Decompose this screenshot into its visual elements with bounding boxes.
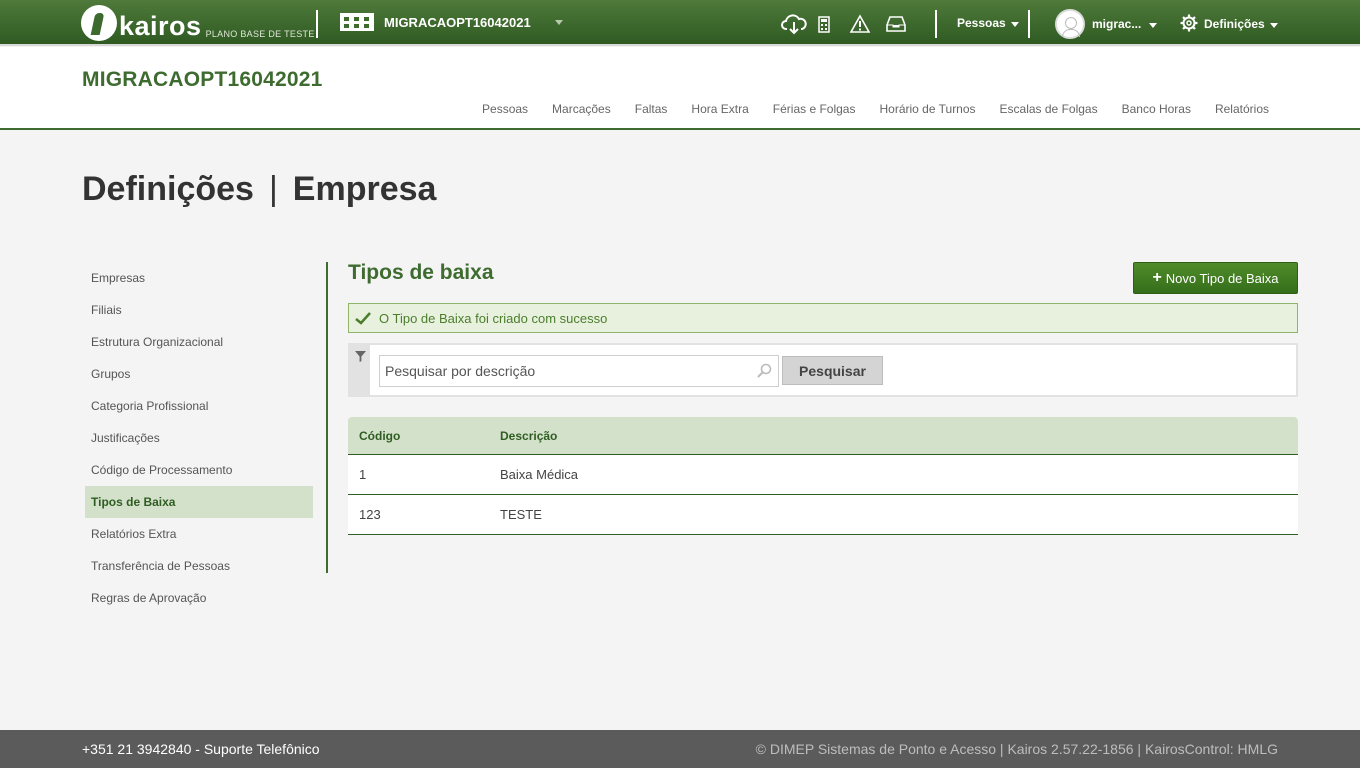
divider — [1028, 10, 1030, 38]
alert-message: O Tipo de Baixa foi criado com sucesso — [379, 310, 608, 326]
sidebar-item-filiais[interactable]: Filiais — [85, 294, 313, 326]
new-tipo-baixa-button[interactable]: + Novo Tipo de Baixa — [1133, 262, 1298, 294]
company-title: MIGRACAOPT16042021 — [82, 68, 323, 91]
page-title-subsection: Empresa — [292, 170, 437, 208]
user-name: migrac... — [1092, 17, 1142, 31]
chevron-down-icon — [1010, 21, 1019, 27]
page-title-section: Definições — [82, 170, 254, 208]
search-button[interactable]: Pesquisar — [782, 356, 883, 385]
sidebar-item-relatorios-extra[interactable]: Relatórios Extra — [85, 518, 313, 550]
search-filter-panel: Pesquisar — [348, 343, 1298, 397]
plus-icon: + — [1152, 269, 1162, 286]
company-name: MIGRACAOPT16042021 — [384, 14, 531, 30]
page-title: Definições | Empresa — [82, 170, 436, 209]
sidebar-item-tipos-de-baixa[interactable]: Tipos de Baixa — [85, 486, 313, 518]
nav-item-hora-extra[interactable]: Hora Extra — [691, 102, 748, 116]
people-menu-label: Pessoas — [957, 16, 1006, 30]
tipos-baixa-table: Código Descrição 1 Baixa Médica 123 TEST… — [348, 417, 1298, 535]
sidebar-item-codigo-processamento[interactable]: Código de Processamento — [85, 454, 313, 486]
sidebar: Empresas Filiais Estrutura Organizaciona… — [85, 262, 313, 614]
settings-menu[interactable]: Definições — [1180, 14, 1278, 32]
avatar — [1055, 9, 1085, 39]
sidebar-item-categoria-profissional[interactable]: Categoria Profissional — [85, 390, 313, 422]
sidebar-item-regras-aprovacao[interactable]: Regras de Aprovação — [85, 582, 313, 614]
search-icon[interactable] — [756, 363, 772, 379]
nav-item-pessoas[interactable]: Pessoas — [482, 102, 528, 116]
filter-icon[interactable] — [350, 345, 370, 395]
section-title: Tipos de baixa — [348, 261, 494, 284]
search-field — [379, 355, 779, 387]
brand-subtitle: PLANO BASE DE TESTE — [205, 29, 315, 39]
sidebar-item-justificacoes[interactable]: Justificações — [85, 422, 313, 454]
building-icon — [340, 13, 374, 31]
table-header: Código Descrição — [348, 417, 1298, 455]
cell-codigo: 1 — [359, 467, 367, 482]
sidebar-item-grupos[interactable]: Grupos — [85, 358, 313, 390]
settings-menu-label: Definições — [1204, 17, 1265, 31]
nav-item-marcacoes[interactable]: Marcações — [552, 102, 611, 116]
cell-descricao: Baixa Médica — [500, 467, 579, 482]
support-phone: +351 21 3942840 - Suporte Telefônico — [82, 741, 320, 757]
sidebar-item-estrutura-organizacional[interactable]: Estrutura Organizacional — [85, 326, 313, 358]
search-input[interactable] — [380, 356, 740, 386]
nav-item-ferias-folgas[interactable]: Férias e Folgas — [773, 102, 856, 116]
top-bar: kairos PLANO BASE DE TESTE MIGRACAOPT160… — [0, 0, 1360, 46]
nav-item-horario-turnos[interactable]: Horário de Turnos — [879, 102, 975, 116]
nav-item-relatorios[interactable]: Relatórios — [1215, 102, 1269, 116]
gear-icon — [1180, 14, 1198, 32]
cell-codigo: 123 — [359, 507, 381, 522]
new-tipo-baixa-label: Novo Tipo de Baixa — [1165, 270, 1279, 286]
cloud-download-icon[interactable] — [781, 13, 807, 35]
check-icon — [355, 311, 371, 325]
nav-item-faltas[interactable]: Faltas — [635, 102, 668, 116]
table-row[interactable]: 123 TESTE — [348, 495, 1298, 535]
brand-name: kairos — [119, 11, 202, 41]
warning-icon[interactable] — [849, 13, 871, 35]
nav-item-banco-horas[interactable]: Banco Horas — [1122, 102, 1191, 116]
chevron-down-icon — [1149, 22, 1158, 28]
sidebar-item-transferencia-pessoas[interactable]: Transferência de Pessoas — [85, 550, 313, 582]
people-menu[interactable]: Pessoas — [957, 16, 1019, 30]
main-nav: Pessoas Marcações Faltas Hora Extra Féri… — [458, 102, 1269, 116]
divider — [935, 10, 937, 38]
kairos-logo-mark-icon — [81, 5, 117, 41]
inbox-icon[interactable] — [885, 13, 907, 35]
column-header-descricao[interactable]: Descrição — [500, 429, 1298, 443]
chevron-down-icon[interactable] — [555, 20, 563, 25]
chevron-down-icon — [1269, 22, 1278, 28]
page-header: MIGRACAOPT16042021 Pessoas Marcações Fal… — [0, 47, 1360, 130]
nav-item-escalas-folgas[interactable]: Escalas de Folgas — [1000, 102, 1098, 116]
column-header-codigo[interactable]: Código — [348, 429, 500, 443]
calculator-icon[interactable] — [816, 13, 832, 35]
title-separator: | — [268, 170, 278, 208]
cell-descricao: TESTE — [500, 507, 542, 522]
divider — [316, 10, 318, 38]
company-selector[interactable]: MIGRACAOPT16042021 — [340, 13, 531, 31]
footer: +351 21 3942840 - Suporte Telefônico © D… — [0, 730, 1360, 768]
table-row[interactable]: 1 Baixa Médica — [348, 455, 1298, 495]
kairos-logo[interactable]: kairos PLANO BASE DE TESTE — [81, 5, 315, 41]
sidebar-item-empresas[interactable]: Empresas — [85, 262, 313, 294]
sidebar-divider — [326, 262, 328, 573]
success-alert: O Tipo de Baixa foi criado com sucesso — [348, 303, 1298, 333]
user-menu[interactable]: migrac... — [1055, 9, 1158, 39]
copyright-version: © DIMEP Sistemas de Ponto e Acesso | Kai… — [755, 741, 1278, 757]
